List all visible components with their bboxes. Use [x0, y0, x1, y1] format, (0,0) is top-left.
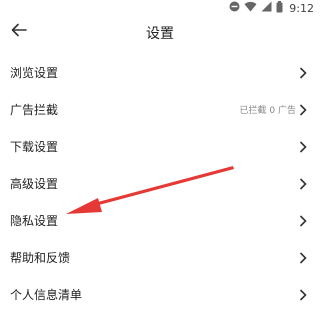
- menu-item-browse-settings[interactable]: 浏览设置: [0, 54, 320, 91]
- menu-item-label: 帮助和反馈: [10, 251, 71, 265]
- status-time: 9:12: [289, 1, 314, 15]
- status-icons: 9:12: [229, 0, 314, 16]
- ad-block-count: 已拦截 0 广告: [239, 106, 296, 116]
- menu-item-label: 隐私设置: [10, 214, 59, 228]
- chevron-right-icon: [299, 103, 307, 116]
- signal-icon: [261, 1, 272, 15]
- chevron-right-icon: [299, 177, 307, 190]
- menu-item-ad-block[interactable]: 广告拦截 已拦截 0 广告: [0, 91, 320, 128]
- menu-item-download-settings[interactable]: 下载设置: [0, 128, 320, 165]
- menu-item-label: 高级设置: [10, 177, 59, 191]
- menu-item-label: 下载设置: [10, 140, 59, 154]
- battery-icon: [276, 0, 283, 16]
- chevron-right-icon: [299, 140, 307, 153]
- menu-item-help-feedback[interactable]: 帮助和反馈: [0, 239, 320, 276]
- menu-item-label: 个人信息清单: [10, 288, 83, 302]
- menu-item-personal-info-list[interactable]: 个人信息清单: [0, 276, 320, 312]
- chevron-right-icon: [299, 288, 307, 301]
- page-title: 设置: [146, 26, 174, 42]
- app-header: 设置: [0, 16, 320, 50]
- status-bar: 9:12: [0, 0, 320, 16]
- menu-item-label: 广告拦截: [10, 103, 59, 117]
- chevron-right-icon: [299, 251, 307, 264]
- wifi-icon: [244, 1, 257, 15]
- chevron-right-icon: [299, 214, 307, 227]
- minus-circle-icon: [229, 1, 240, 15]
- menu-item-advanced-settings[interactable]: 高级设置: [0, 165, 320, 202]
- menu-item-privacy-settings[interactable]: 隐私设置: [0, 202, 320, 239]
- chevron-right-icon: [299, 66, 307, 79]
- settings-menu: 浏览设置 广告拦截 已拦截 0 广告 下载设置 高级设置 隐私设置 帮助和反馈 …: [0, 54, 320, 312]
- settings-screen: 9:12 设置 浏览设置 广告拦截 已拦截 0 广告 下载设置 高级设置 隐私设…: [0, 0, 320, 312]
- menu-item-label: 浏览设置: [10, 66, 59, 80]
